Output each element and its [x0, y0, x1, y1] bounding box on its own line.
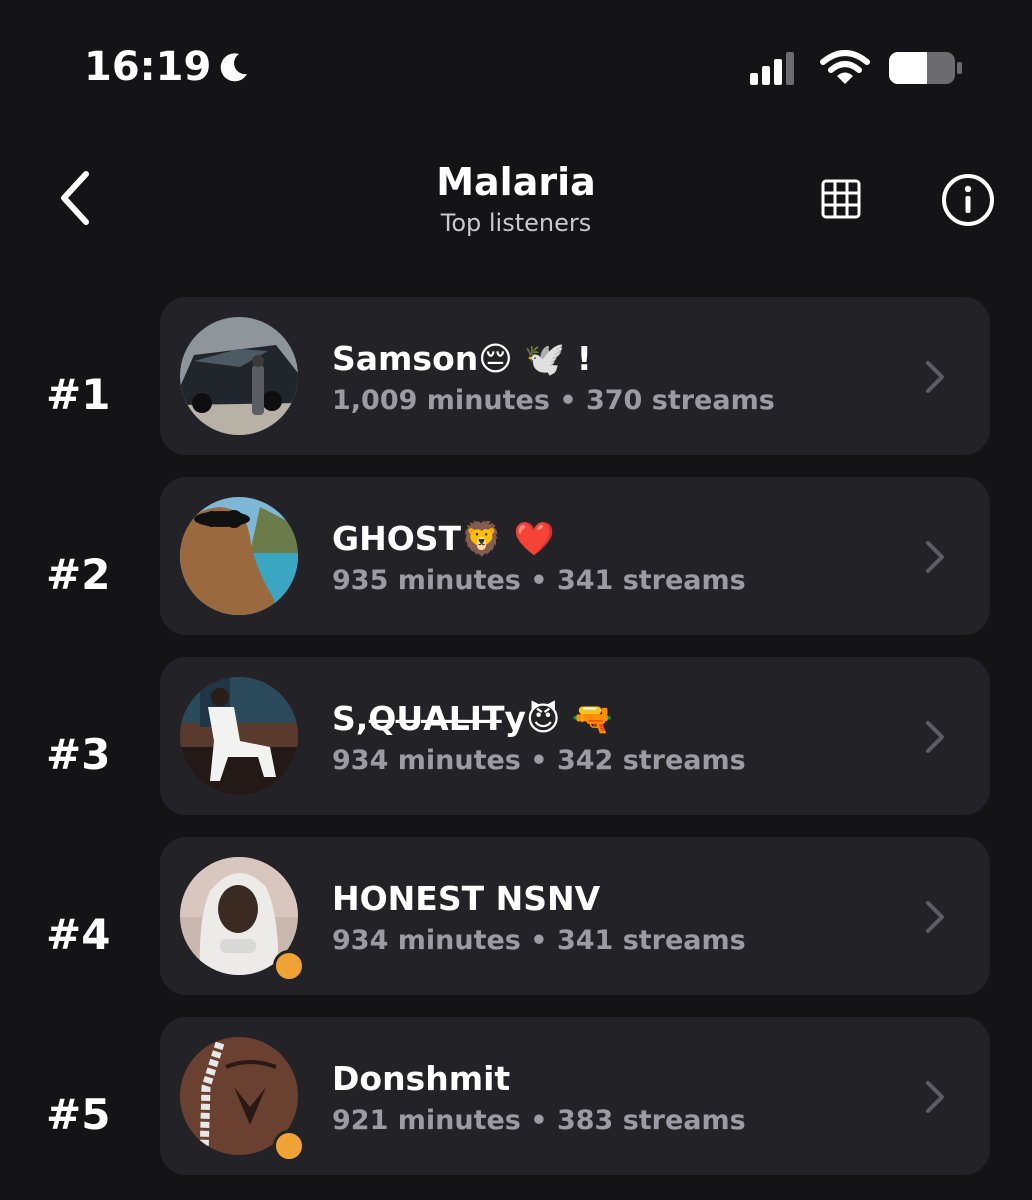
chevron-right-icon — [926, 541, 944, 573]
grid-icon[interactable] — [820, 178, 862, 220]
battery-icon — [889, 52, 962, 84]
chevron-right-icon — [926, 901, 944, 933]
page-title: Malaria — [436, 160, 596, 204]
rank-label: #1 — [46, 370, 111, 419]
listener-name: GHOST🦁 ❤️ — [332, 519, 555, 558]
listener-stats: 934 minutes • 341 streams — [332, 925, 746, 956]
header-title-block: Malaria Top listeners — [0, 158, 1032, 240]
rank-label: #5 — [46, 1090, 111, 1139]
listener-row[interactable]: Donshmit 921 minutes • 383 streams — [160, 1017, 990, 1175]
listener-name: Samson😔 🕊️ ! — [332, 339, 592, 378]
top-listeners-screen: 16:19 Malaria Top listeners #1 Samson😔 🕊… — [0, 0, 1032, 1200]
avatar — [180, 497, 298, 615]
listener-row[interactable]: Samson😔 🕊️ ! 1,009 minutes • 370 streams — [160, 297, 990, 455]
listener-row[interactable]: S,Q̶U̶A̶L̶I̶T̶y😈 🔫 934 minutes • 342 str… — [160, 657, 990, 815]
chevron-right-icon — [926, 1081, 944, 1113]
online-status-dot — [273, 1130, 305, 1162]
listener-name: HONEST NSNV — [332, 879, 601, 918]
status-icons — [750, 50, 964, 86]
cellular-signal-icon — [750, 52, 794, 85]
listener-stats: 934 minutes • 342 streams — [332, 745, 746, 776]
listener-stats: 921 minutes • 383 streams — [332, 1105, 746, 1136]
rank-label: #2 — [46, 550, 111, 599]
avatar — [180, 317, 298, 435]
listener-name: Donshmit — [332, 1059, 511, 1098]
page-subtitle: Top listeners — [440, 209, 592, 237]
chevron-right-icon — [926, 721, 944, 753]
listener-name: S,Q̶U̶A̶L̶I̶T̶y😈 🔫 — [332, 699, 613, 738]
chevron-right-icon — [926, 361, 944, 393]
status-time: 16:19 — [84, 44, 251, 90]
rank-label: #4 — [46, 910, 111, 959]
avatar — [180, 677, 298, 795]
moon-icon — [221, 53, 248, 82]
rank-label: #3 — [46, 730, 111, 779]
listener-stats: 935 minutes • 341 streams — [332, 565, 746, 596]
listener-stats: 1,009 minutes • 370 streams — [332, 385, 775, 416]
info-icon[interactable] — [940, 172, 996, 228]
wifi-icon — [820, 50, 870, 84]
listener-row[interactable]: HONEST NSNV 934 minutes • 341 streams — [160, 837, 990, 995]
listener-row[interactable]: GHOST🦁 ❤️ 935 minutes • 341 streams — [160, 477, 990, 635]
status-time-text: 16:19 — [84, 44, 212, 90]
online-status-dot — [273, 950, 305, 982]
